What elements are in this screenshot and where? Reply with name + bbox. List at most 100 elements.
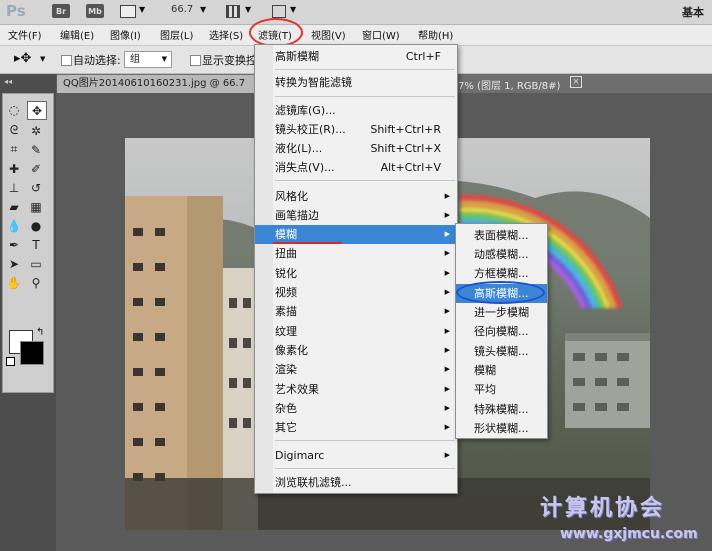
submenu-item-radial-blur[interactable]: 径向模糊... bbox=[456, 322, 547, 341]
menu-item-other[interactable]: 其它 ▶ bbox=[255, 418, 457, 437]
minibridge-button[interactable]: Mb bbox=[86, 4, 104, 18]
menu-item-render[interactable]: 渲染 ▶ bbox=[255, 360, 457, 379]
zoom-level[interactable]: 66.7 bbox=[171, 4, 193, 15]
auto-select-value: 组 bbox=[130, 54, 140, 65]
menu-separator bbox=[275, 468, 455, 469]
submenu-arrow-icon: ▶ bbox=[444, 307, 450, 315]
menu-item-vanishing-point[interactable]: 消失点(V)... Alt+Ctrl+V bbox=[255, 158, 457, 177]
menu-item-noise[interactable]: 杂色 ▶ bbox=[255, 399, 457, 418]
submenu-arrow-icon: ▶ bbox=[444, 346, 450, 354]
submenu-item-motion-blur[interactable]: 动感模糊... bbox=[456, 245, 547, 264]
menu-item-convert-smart-filters[interactable]: 转换为智能滤镜 bbox=[255, 73, 457, 92]
pen-tool-icon[interactable]: ✒ bbox=[5, 236, 23, 253]
workspace-switcher[interactable]: 基本 bbox=[682, 4, 704, 20]
move-tool-icon[interactable]: ▸✥ bbox=[14, 51, 31, 66]
crop-tool-icon[interactable]: ⌗ bbox=[5, 141, 23, 158]
menu-edit[interactable]: 编辑(E) bbox=[60, 27, 94, 42]
submenu-item-average[interactable]: 平均 bbox=[456, 380, 547, 399]
menu-window[interactable]: 窗口(W) bbox=[362, 27, 400, 42]
menu-item-artistic[interactable]: 艺术效果 ▶ bbox=[255, 380, 457, 399]
menu-layer[interactable]: 图层(L) bbox=[160, 27, 193, 42]
submenu-arrow-icon: ▶ bbox=[444, 404, 450, 412]
submenu-item-lens-blur[interactable]: 镜头模糊... bbox=[456, 342, 547, 361]
menu-item-sketch[interactable]: 素描 ▶ bbox=[255, 302, 457, 321]
blur-tool-icon[interactable]: 💧 bbox=[5, 217, 23, 234]
zoom-tool-icon[interactable]: ⚲ bbox=[27, 274, 45, 291]
submenu-item-blur-more[interactable]: 进一步模糊 bbox=[456, 303, 547, 322]
menu-item-lens-correction[interactable]: 镜头校正(R)... Shift+Ctrl+R bbox=[255, 120, 457, 139]
eraser-tool-icon[interactable]: ▰ bbox=[5, 198, 23, 215]
dodge-tool-icon[interactable]: ● bbox=[27, 217, 45, 234]
submenu-arrow-icon: ▶ bbox=[444, 385, 450, 393]
menu-item-brush-strokes[interactable]: 画笔描边 ▶ bbox=[255, 206, 457, 225]
submenu-item-shape-blur[interactable]: 形状模糊... bbox=[456, 419, 547, 438]
auto-select-checkbox[interactable] bbox=[61, 55, 72, 66]
type-tool-icon[interactable]: T bbox=[27, 236, 45, 253]
photoshop-logo: Ps bbox=[6, 2, 26, 20]
chevron-down-icon[interactable]: ▼ bbox=[40, 55, 45, 63]
quick-selection-tool-icon[interactable]: ✲ bbox=[27, 122, 45, 139]
collapse-panel-icon[interactable]: ◂◂ bbox=[4, 77, 12, 86]
menu-item-filter-gallery[interactable]: 滤镜库(G)... bbox=[255, 101, 457, 120]
watermark-url: www.gxjmcu.com bbox=[560, 526, 698, 542]
blur-annotation-underline bbox=[273, 242, 342, 244]
background-color-swatch[interactable] bbox=[20, 341, 44, 365]
menu-image[interactable]: 图像(I) bbox=[110, 27, 141, 42]
chevron-down-icon: ▼ bbox=[161, 55, 167, 63]
auto-select-dropdown[interactable]: 组 ▼ bbox=[124, 51, 172, 68]
document-tab-info: 7% (图层 1, RGB/8#) bbox=[458, 81, 561, 92]
menu-item-texture[interactable]: 纹理 ▶ bbox=[255, 322, 457, 341]
path-selection-tool-icon[interactable]: ➤ bbox=[5, 255, 23, 272]
submenu-arrow-icon: ▶ bbox=[444, 365, 450, 373]
move-tool-icon[interactable]: ✥ bbox=[27, 101, 47, 120]
menu-item-stylize[interactable]: 风格化 ▶ bbox=[255, 187, 457, 206]
menu-item-last-filter[interactable]: 高斯模糊 Ctrl+F bbox=[255, 47, 457, 66]
hand-tool-icon[interactable]: ✋ bbox=[5, 274, 23, 291]
submenu-arrow-icon: ▶ bbox=[444, 249, 450, 257]
default-colors-icon[interactable] bbox=[6, 357, 15, 366]
rectangle-tool-icon[interactable]: ▭ bbox=[27, 255, 45, 272]
history-brush-tool-icon[interactable]: ↺ bbox=[27, 179, 45, 196]
submenu-item-surface-blur[interactable]: 表面模糊... bbox=[456, 226, 547, 245]
menu-item-pixelate[interactable]: 像素化 ▶ bbox=[255, 341, 457, 360]
submenu-arrow-icon: ▶ bbox=[444, 269, 450, 277]
menu-bar: 文件(F) 编辑(E) 图像(I) 图层(L) 选择(S) 滤镜(T) 视图(V… bbox=[0, 25, 712, 46]
submenu-arrow-icon: ▶ bbox=[444, 451, 450, 459]
menu-item-digimarc[interactable]: Digimarc ▶ bbox=[255, 446, 457, 465]
menu-select[interactable]: 选择(S) bbox=[209, 27, 243, 42]
menu-help[interactable]: 帮助(H) bbox=[418, 27, 453, 42]
menu-item-browse-filters-online[interactable]: 浏览联机滤镜... bbox=[255, 473, 457, 492]
blur-submenu: 表面模糊... 动感模糊... 方框模糊... 高斯模糊... 进一步模糊 径向… bbox=[455, 223, 548, 439]
chevron-down-icon[interactable]: ▼ bbox=[290, 5, 296, 14]
bridge-button[interactable]: Br bbox=[52, 4, 70, 18]
chevron-down-icon[interactable]: ▼ bbox=[200, 5, 206, 14]
marquee-tool-icon[interactable]: ◌ bbox=[5, 101, 23, 118]
arrange-documents-icon[interactable] bbox=[226, 5, 240, 18]
submenu-arrow-icon: ▶ bbox=[444, 423, 450, 431]
chevron-down-icon[interactable]: ▼ bbox=[245, 5, 251, 14]
menu-separator bbox=[275, 96, 455, 97]
menu-item-video[interactable]: 视频 ▶ bbox=[255, 283, 457, 302]
healing-brush-tool-icon[interactable]: ✚ bbox=[5, 160, 23, 177]
clone-stamp-tool-icon[interactable]: ⊥ bbox=[5, 179, 23, 196]
screen-mode-icon[interactable] bbox=[272, 5, 286, 18]
lasso-tool-icon[interactable]: ᘓ bbox=[5, 122, 23, 139]
menu-file[interactable]: 文件(F) bbox=[8, 27, 42, 42]
brush-tool-icon[interactable]: ✐ bbox=[27, 160, 45, 177]
submenu-arrow-icon: ▶ bbox=[444, 211, 450, 219]
submenu-arrow-icon: ▶ bbox=[444, 327, 450, 335]
menu-item-sharpen[interactable]: 锐化 ▶ bbox=[255, 264, 457, 283]
menu-item-liquify[interactable]: 液化(L)... Shift+Ctrl+X bbox=[255, 139, 457, 158]
swap-colors-icon[interactable]: ↰ bbox=[36, 327, 44, 338]
show-transform-checkbox[interactable] bbox=[190, 55, 201, 66]
menu-item-distort[interactable]: 扭曲 ▶ bbox=[255, 244, 457, 263]
close-tab-button[interactable]: × bbox=[570, 76, 582, 88]
view-extras-icon[interactable] bbox=[120, 5, 136, 18]
menu-view[interactable]: 视图(V) bbox=[311, 27, 346, 42]
chevron-down-icon[interactable]: ▼ bbox=[139, 5, 145, 14]
submenu-item-smart-blur[interactable]: 特殊模糊... bbox=[456, 400, 547, 419]
gradient-tool-icon[interactable]: ▦ bbox=[27, 198, 45, 215]
menu-separator bbox=[275, 69, 455, 70]
submenu-item-blur[interactable]: 模糊 bbox=[456, 361, 547, 380]
eyedropper-tool-icon[interactable]: ✎ bbox=[27, 141, 45, 158]
